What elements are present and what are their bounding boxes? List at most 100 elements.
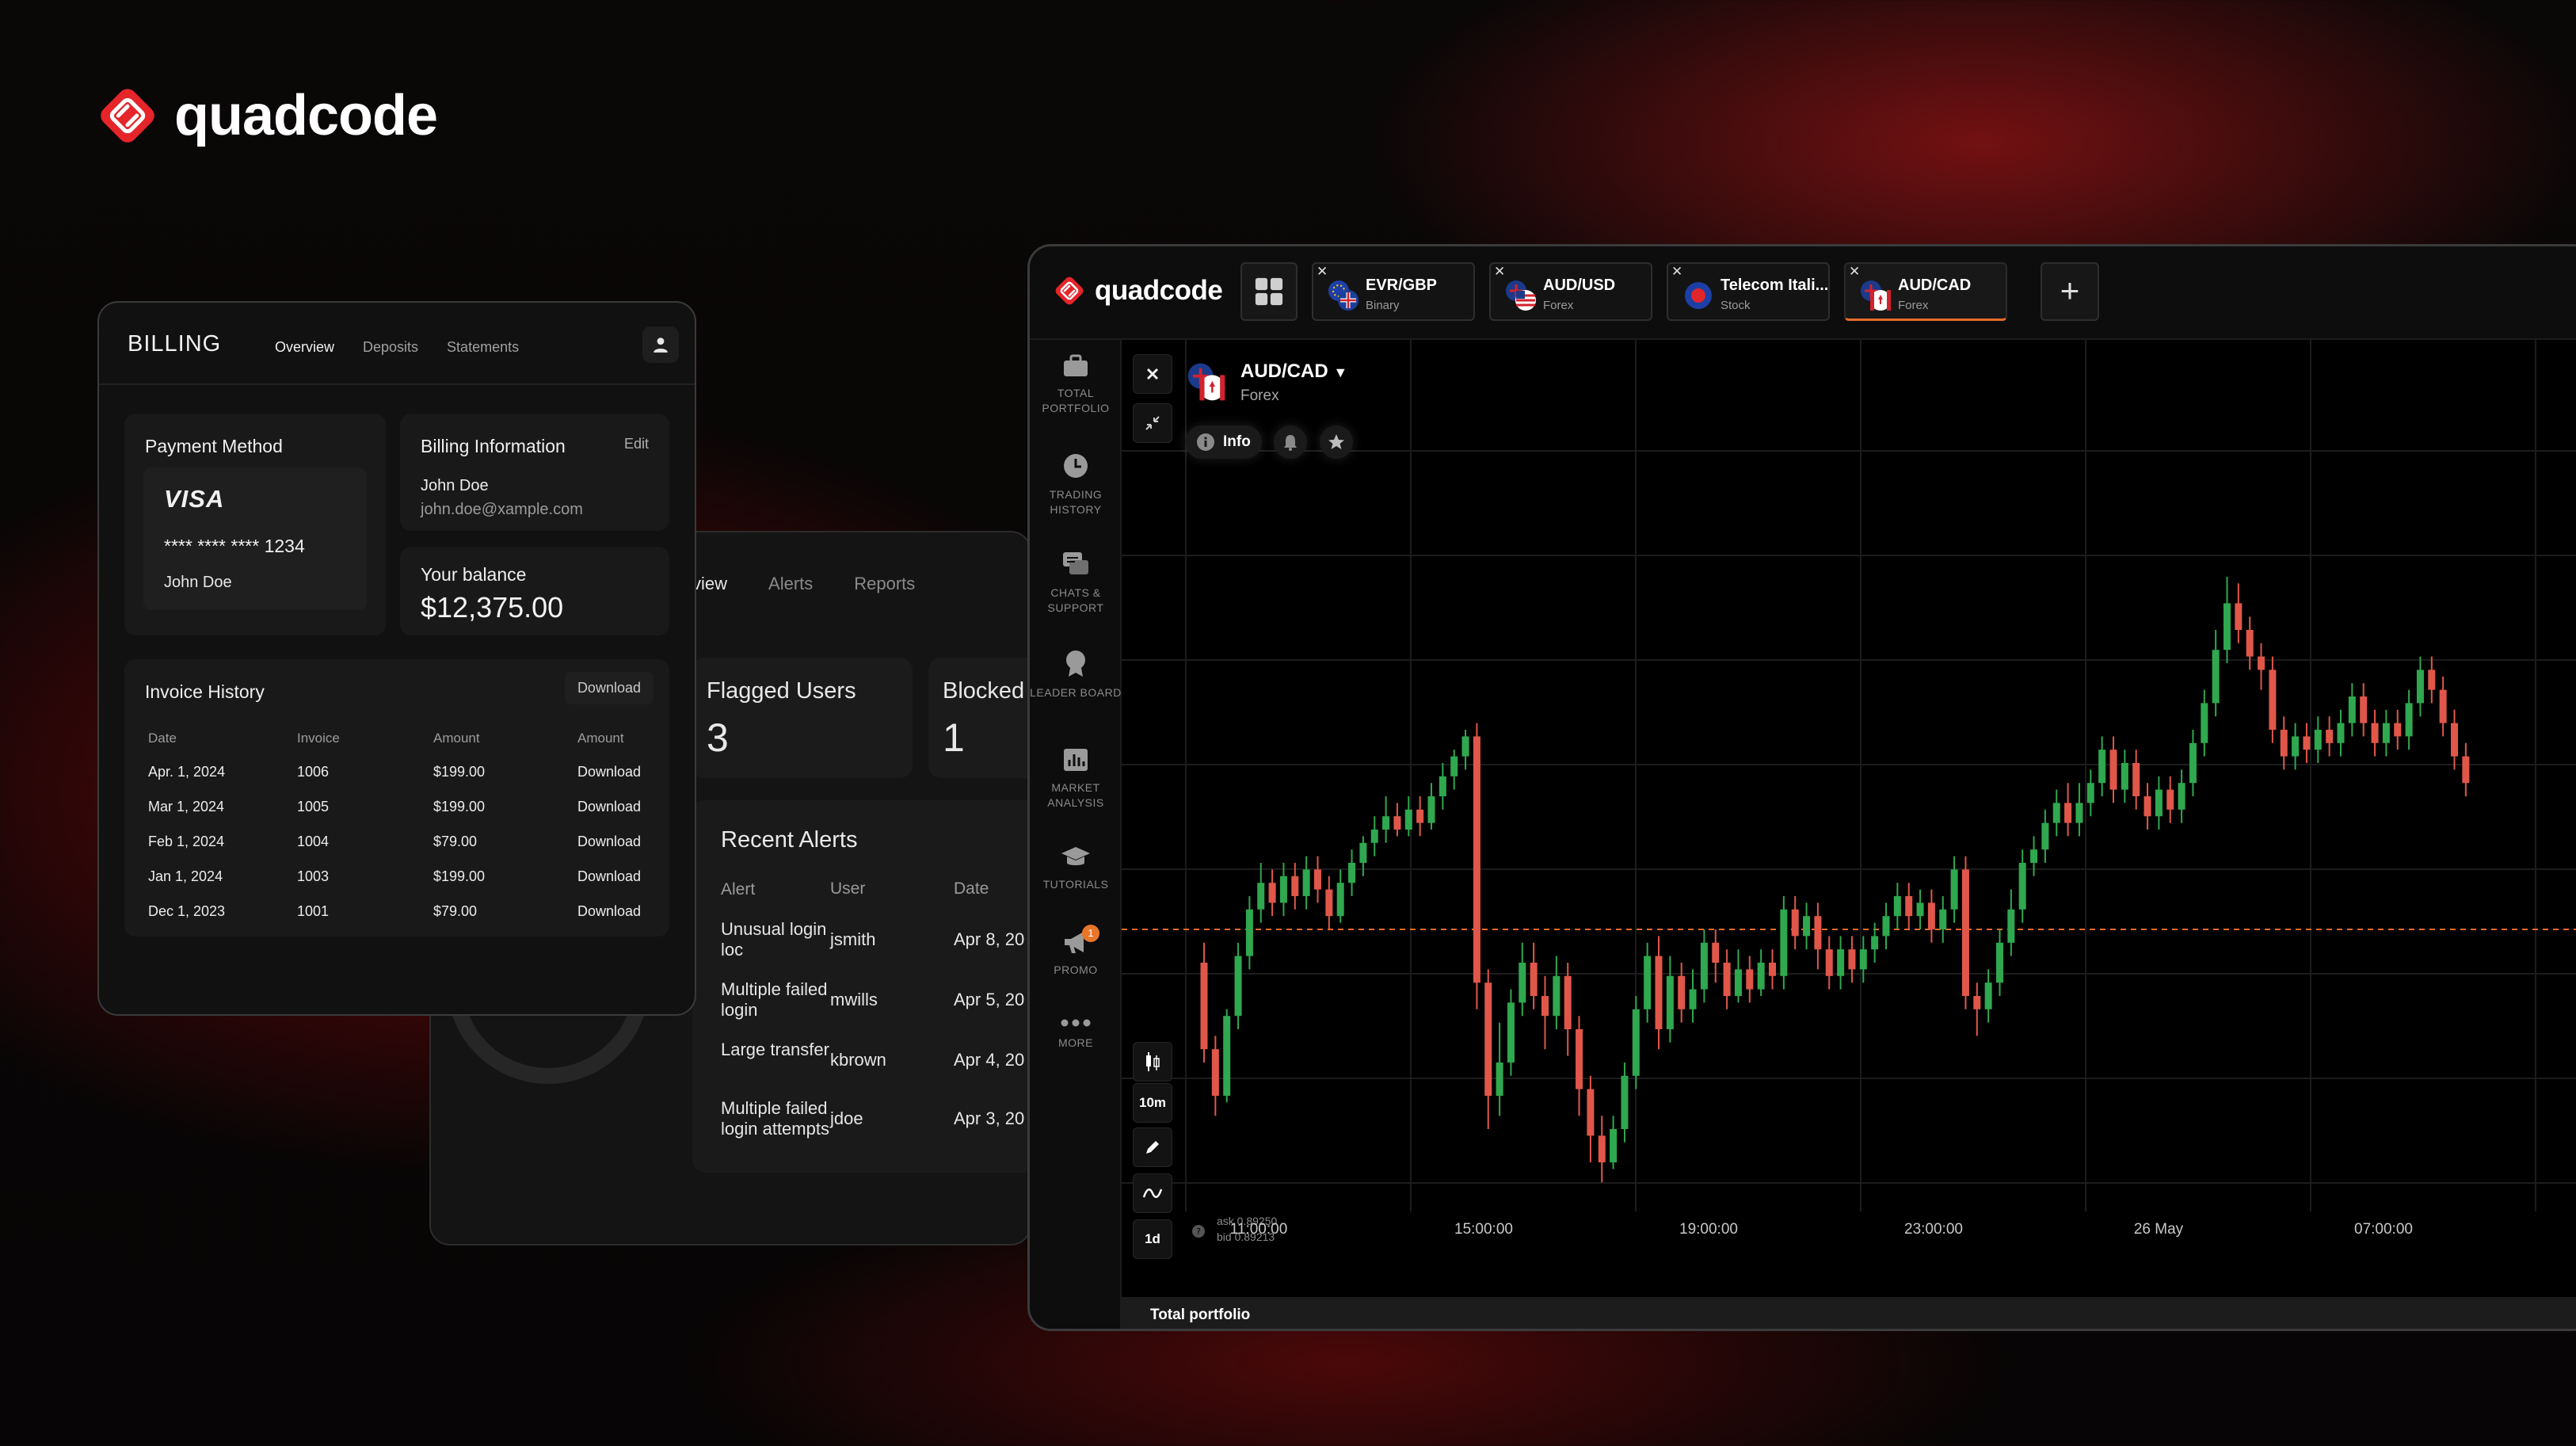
drawing-tools-button[interactable] [1133, 1127, 1172, 1167]
favorite-button[interactable] [1320, 425, 1353, 459]
download-link[interactable]: Download [577, 764, 673, 780]
grid-icon [1255, 277, 1283, 306]
alerts-table-header: Alert User Date [721, 879, 1030, 900]
date-cell: Jan 1, 2024 [148, 868, 223, 884]
close-icon[interactable]: ✕ [1671, 264, 1682, 280]
period-button[interactable]: 1d [1133, 1219, 1172, 1259]
asset-tab-eurgbp[interactable]: ✕ EVR/GBP Binary [1312, 262, 1475, 321]
sidebar-item-total-portfolio[interactable]: TOTAL PORTFOLIO [1030, 354, 1122, 416]
candlestick-chart[interactable] [1122, 340, 2576, 1299]
bar-chart-icon [1064, 749, 1088, 771]
tab-statements[interactable]: Statements [447, 339, 519, 356]
candle-body-down [2280, 730, 2288, 757]
sidebar-item-label: TOTAL PORTFOLIO [1042, 387, 1110, 414]
candle-body-down [1678, 975, 1686, 1009]
chart-area[interactable]: AUD/CAD ▼ Forex Info 10m 1d ? ask 0.8925… [1122, 340, 2576, 1299]
billing-email: john.doe@xample.com [421, 501, 583, 518]
candle-body-up [1950, 869, 1958, 910]
pencil-icon [1146, 1141, 1159, 1154]
sidebar-item-leader-board[interactable]: LEADER BOARD [1030, 649, 1122, 700]
asset-tab-audcad[interactable]: ✕ AUD/CAD Forex [1844, 262, 2007, 321]
sidebar-item-trading-history[interactable]: TRADING HISTORY [1030, 452, 1122, 517]
au-us-flag-icon [1506, 280, 1536, 311]
total-portfolio-label: Total portfolio [1150, 1307, 1251, 1323]
billing-information-title: Billing Information [421, 436, 566, 456]
candle-body-up [1689, 989, 1697, 1009]
brand-logo: quadcode [97, 83, 438, 148]
candle-body-up [1859, 949, 1867, 970]
download-link[interactable]: Download [577, 834, 673, 850]
minimize-chart-button[interactable] [1133, 403, 1172, 443]
tab-deposits[interactable]: Deposits [363, 339, 418, 356]
billing-tabs: Overview Deposits Statements [275, 339, 519, 356]
alerts-tabs: view Alerts Reports [692, 574, 915, 594]
sidebar-item-label: MARKET ANALYSIS [1047, 781, 1104, 809]
table-row[interactable]: Multiple failed login attempts jdoe Apr … [721, 1098, 1030, 1139]
info-button[interactable]: Info [1185, 425, 1262, 459]
add-asset-button[interactable]: + [2041, 262, 2099, 321]
table-row[interactable]: Multiple failed login mwills Apr 5, 20 [721, 979, 1030, 1021]
close-icon[interactable]: ✕ [1494, 264, 1505, 280]
sidebar-item-tutorials[interactable]: TUTORIALS [1030, 845, 1122, 892]
sidebar-item-label: MORE [1058, 1036, 1093, 1049]
x-axis-label: 15:00:00 [1454, 1221, 1513, 1238]
candle-body-down [2269, 670, 2277, 730]
close-icon[interactable]: ✕ [1317, 264, 1328, 280]
candle-body-down [2428, 670, 2436, 690]
table-row[interactable]: Large transfer kbrown Apr 4, 20 [721, 1040, 1030, 1070]
portfolio-bar[interactable]: Total portfolio [1122, 1297, 2576, 1329]
candle-body-up [2178, 783, 2185, 810]
tab-reports[interactable]: Reports [854, 574, 915, 594]
edit-button[interactable]: Edit [624, 436, 649, 452]
invoice-cell: 1004 [297, 834, 330, 849]
candle-body-down [1268, 883, 1276, 903]
telecom-logo-icon [1685, 282, 1712, 309]
asset-tab-telecom[interactable]: ✕ Telecom Itali... Stock [1667, 262, 1830, 321]
trading-topbar: quadcode ✕ EVR/GBP Binary ✕ AUD/USD Fore… [1030, 246, 2576, 340]
table-row[interactable]: Unusual login loc jsmith Apr 8, 20 [721, 919, 1030, 960]
chart-type-button[interactable] [1133, 1042, 1172, 1082]
download-link[interactable]: Download [577, 799, 673, 815]
close-icon [1146, 368, 1159, 380]
current-asset-selector[interactable]: AUD/CAD ▼ [1240, 361, 1347, 383]
credit-card[interactable]: VISA **** **** **** 1234 John Doe [143, 467, 367, 610]
sidebar-item-market-analysis[interactable]: MARKET ANALYSIS [1030, 747, 1122, 811]
invoice-cell: 1003 [297, 868, 330, 884]
candle-body-up [2405, 703, 2413, 737]
sidebar-item-more[interactable]: MORE [1030, 1018, 1122, 1051]
close-chart-button[interactable] [1133, 354, 1172, 394]
candle-body-down [2439, 689, 2447, 723]
download-link[interactable]: Download [577, 903, 673, 920]
column-header: Date [954, 879, 989, 898]
close-icon[interactable]: ✕ [1849, 264, 1860, 280]
user-button[interactable] [642, 326, 679, 363]
billing-title: BILLING [128, 331, 222, 357]
sidebar-item-chats-support[interactable]: CHATS & SUPPORT [1030, 551, 1122, 616]
download-all-button[interactable]: Download [564, 672, 654, 704]
candle-body-down [1905, 896, 1913, 917]
tab-overview[interactable]: view [692, 574, 727, 594]
timeframe-button[interactable]: 10m [1133, 1083, 1172, 1123]
tab-alerts[interactable]: Alerts [768, 574, 813, 594]
candle-body-down [2371, 723, 2379, 743]
candle-body-down [2109, 750, 2117, 790]
asset-tab-audusd[interactable]: ✕ AUD/USD Forex [1489, 262, 1652, 321]
balance-card: Your balance $12,375.00 [400, 547, 669, 635]
candle-body-up [1382, 816, 1390, 830]
asset-grid-button[interactable] [1240, 262, 1298, 321]
candle-body-up [2041, 822, 2049, 850]
invoice-table-header: Date Invoice Amount Amount [148, 731, 673, 746]
au-ca-flag-icon [1187, 363, 1225, 401]
candle-body-down [1325, 889, 1333, 917]
candle-body-down [1769, 963, 1776, 976]
sidebar-item-promo[interactable]: 1 PROMO [1030, 925, 1122, 978]
candle-body-up [2086, 783, 2094, 803]
download-link[interactable]: Download [577, 868, 673, 885]
candle-body-up [2337, 723, 2345, 743]
indicators-button[interactable] [1133, 1173, 1172, 1213]
tab-overview[interactable]: Overview [275, 339, 334, 356]
candle-body-down [1211, 1049, 1219, 1096]
alerts-bell-button[interactable] [1274, 425, 1307, 459]
invoice-history-card: Invoice History Download Date Invoice Am… [124, 659, 669, 937]
help-icon[interactable]: ? [1191, 1224, 1206, 1238]
